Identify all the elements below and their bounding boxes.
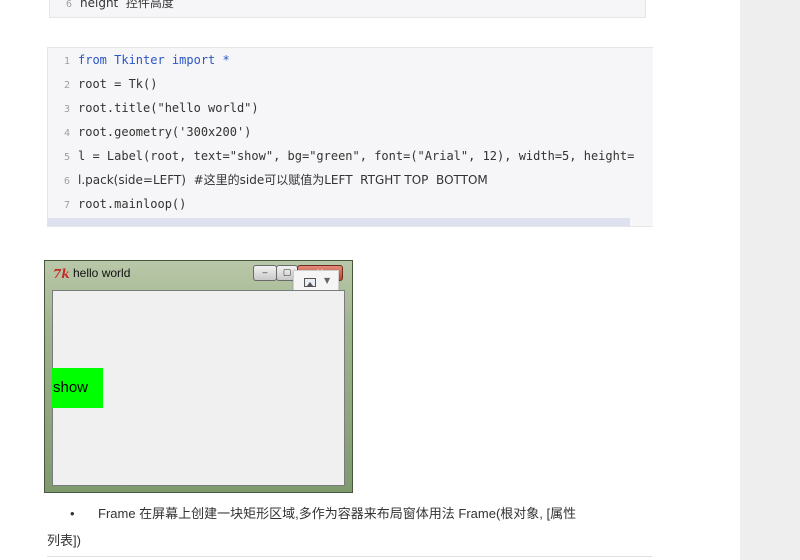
code-line-2: 2 root = Tk() — [48, 72, 158, 96]
list-item-text: Frame 在屏幕上创建一块矩形区域,多作为容器来布局窗体用法 Frame(根对… — [98, 506, 577, 521]
code-line-5: 5 l = Label(root, text="show", bg="green"… — [48, 144, 634, 168]
line-number: 6 — [63, 176, 70, 187]
code-text: root.title("hello world") — [78, 101, 259, 115]
code-horizontal-scrollbar[interactable] — [47, 218, 630, 226]
line-number: 1 — [63, 56, 70, 67]
minimize-icon: ‒ — [262, 268, 268, 278]
line-number: 2 — [63, 80, 70, 91]
code-text: l = Label(root, text="show", bg="green",… — [78, 149, 635, 163]
code-line-1: 1 from Tkinter import * — [48, 48, 230, 72]
show-label-text: show — [53, 379, 89, 396]
code-text: from Tkinter import * — [78, 53, 230, 67]
divider — [47, 556, 652, 557]
code-line: 6 height 控件高度 — [50, 0, 174, 15]
code-text: root = Tk() — [78, 77, 158, 91]
code-block-previous: 6 height 控件高度 — [49, 0, 646, 18]
line-number: 4 — [63, 128, 70, 139]
line-number: 5 — [63, 152, 70, 163]
line-number: 6 — [65, 0, 72, 10]
code-text: height 控件高度 — [80, 0, 174, 10]
code-text: root.mainloop() — [78, 197, 187, 211]
line-number: 3 — [63, 104, 70, 115]
right-sidebar — [740, 0, 800, 560]
code-line-7: 7 root.mainloop() — [48, 192, 186, 216]
window-client-area: show — [52, 290, 345, 486]
bullet-icon: • — [70, 506, 75, 521]
code-line-3: 3 root.title("hello world") — [48, 96, 259, 120]
tk-feather-icon: 7k — [53, 267, 70, 281]
image-icon — [304, 278, 316, 287]
code-text: root.geometry('300x200') — [78, 125, 252, 139]
minimize-button[interactable]: ‒ — [253, 265, 277, 281]
window-title: hello world — [73, 266, 131, 280]
code-block: 1 from Tkinter import * 2 root = Tk() 3 roo… — [47, 47, 653, 227]
list-item-continuation: 列表]) — [47, 533, 81, 548]
tk-window-screenshot: 7k hello world ‒ ▢ ✕ ▼ show — [44, 260, 353, 493]
line-number: 7 — [63, 200, 70, 211]
show-label: show — [52, 368, 103, 408]
chevron-down-icon: ▼ — [324, 276, 331, 285]
code-text: l.pack(side=LEFT) #这里的side可以赋值为LEFT RTGH… — [78, 173, 488, 187]
code-line-4: 4 root.geometry('300x200') — [48, 120, 251, 144]
code-line-6: 6 l.pack(side=LEFT) #这里的side可以赋值为LEFT RTG… — [48, 168, 488, 192]
